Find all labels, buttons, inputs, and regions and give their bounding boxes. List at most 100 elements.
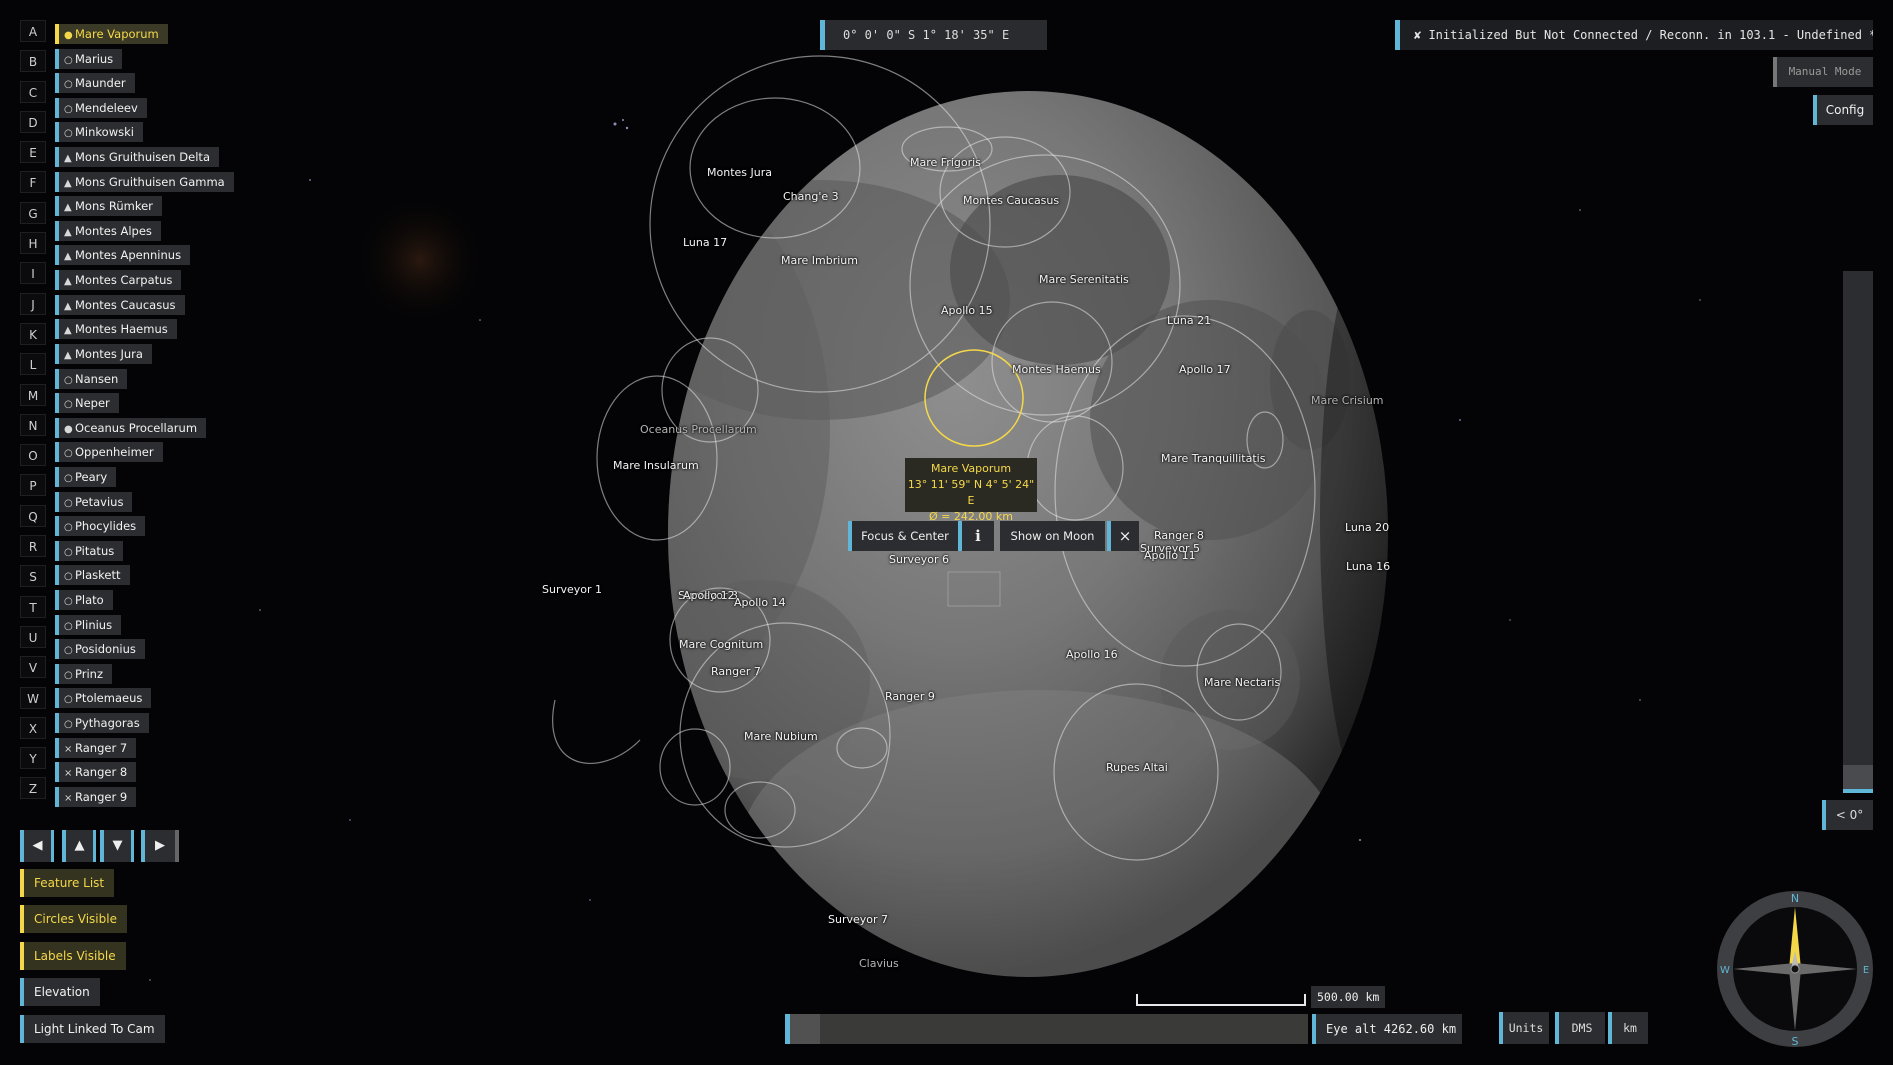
feature-item-button[interactable]: ○ Petavius <box>55 491 133 512</box>
alphabet-letter-v[interactable]: V <box>20 656 46 679</box>
manual-mode-button[interactable]: Manual Mode <box>1773 57 1873 87</box>
feature-item[interactable]: ○ Oppenheimer <box>55 441 234 463</box>
feature-item[interactable]: ▲ Montes Carpatus <box>55 269 234 291</box>
nav-left-button[interactable]: ◀ <box>20 830 54 862</box>
km-button[interactable]: km <box>1608 1012 1648 1044</box>
feature-item[interactable]: ○ Nansen <box>55 368 234 389</box>
feature-item-button[interactable]: ▲ Montes Haemus <box>55 319 177 340</box>
dms-button[interactable]: DMS <box>1555 1012 1605 1044</box>
alphabet-letter-b[interactable]: B <box>20 50 46 73</box>
moon-label[interactable]: Ranger 7 <box>711 665 761 678</box>
alphabet-letter-j[interactable]: J <box>20 292 46 315</box>
feature-item[interactable]: ▲ Montes Caucasus <box>55 294 234 315</box>
feature-item-button[interactable]: ● Oceanus Procellarum <box>55 417 207 438</box>
feature-list-toggle[interactable]: Feature List <box>20 869 115 897</box>
alphabet-letter-n[interactable]: N <box>20 413 46 436</box>
moon-label[interactable]: Apollo 12 <box>683 589 735 602</box>
moon-label[interactable]: Apollo 17 <box>1179 363 1231 376</box>
alphabet-letter-m[interactable]: M <box>20 383 46 406</box>
nav-up-button[interactable]: ▲ <box>62 830 96 862</box>
feature-item[interactable]: ▲ Montes Jura <box>55 343 234 364</box>
moon-label[interactable]: Apollo 16 <box>1066 648 1118 661</box>
moon-label[interactable]: Mare Nectaris <box>1204 676 1280 689</box>
moon-label[interactable]: Chang'e 3 <box>783 190 839 203</box>
feature-item-button[interactable]: ○ Plato <box>55 590 113 611</box>
moon-label[interactable]: Apollo 11 <box>1144 549 1196 562</box>
focus-center-button[interactable]: Focus & Center <box>848 521 958 551</box>
config-button[interactable]: Config <box>1813 95 1873 125</box>
feature-item[interactable]: ○ Plaskett <box>55 564 234 586</box>
alphabet-letter-p[interactable]: P <box>20 474 46 497</box>
feature-item[interactable]: ○ Mendeleev <box>55 97 234 118</box>
feature-item[interactable]: ○ Pitatus <box>55 540 234 561</box>
alphabet-letter-k[interactable]: K <box>20 322 46 345</box>
feature-item-button[interactable]: ○ Pythagoras <box>55 713 149 734</box>
zoom-slider[interactable] <box>785 1014 1308 1044</box>
feature-item-button[interactable]: ▲ Mons Gruithuisen Gamma <box>55 171 234 192</box>
feature-item[interactable]: × Ranger 9 <box>55 786 234 807</box>
alphabet-letter-r[interactable]: R <box>20 535 46 558</box>
moon-label[interactable]: Mare Cognitum <box>679 638 763 651</box>
tilt-slider-handle[interactable] <box>1843 765 1873 793</box>
feature-item-button[interactable]: ○ Peary <box>55 466 117 487</box>
feature-item-button[interactable]: ○ Mendeleev <box>55 97 147 118</box>
moon-label[interactable]: Surveyor 1 <box>542 583 602 596</box>
compass-icon[interactable]: N S W E <box>1715 889 1875 1049</box>
feature-item[interactable]: ○ Plato <box>55 589 234 611</box>
moon-label[interactable]: Mare Imbrium <box>781 254 858 267</box>
nav-down-button[interactable]: ▼ <box>100 830 134 862</box>
moon-label[interactable]: Mare Serenitatis <box>1039 273 1129 286</box>
feature-item-button[interactable]: ○ Phocylides <box>55 516 146 537</box>
alphabet-letter-q[interactable]: Q <box>20 504 46 527</box>
feature-item-button[interactable]: ○ Ptolemaeus <box>55 688 152 709</box>
alphabet-letter-u[interactable]: U <box>20 625 46 648</box>
feature-item-button[interactable]: × Ranger 9 <box>55 786 137 807</box>
feature-item[interactable]: ○ Posidonius <box>55 638 234 660</box>
moon-label[interactable]: Montes Jura <box>707 166 772 179</box>
feature-item-button[interactable]: ▲ Montes Caucasus <box>55 294 185 315</box>
feature-item-button[interactable]: ○ Posidonius <box>55 639 145 660</box>
feature-item[interactable]: ▲ Montes Alpes <box>55 220 234 241</box>
feature-item-button[interactable]: ○ Minkowski <box>55 122 143 143</box>
feature-item-button[interactable]: ○ Marius <box>55 48 123 69</box>
feature-item[interactable]: ● Oceanus Procellarum <box>55 417 234 438</box>
alphabet-letter-d[interactable]: D <box>20 110 46 133</box>
feature-item[interactable]: ▲ Montes Haemus <box>55 318 234 340</box>
feature-item-button[interactable]: ▲ Montes Apenninus <box>55 245 191 266</box>
zoom-slider-handle[interactable] <box>790 1014 820 1044</box>
feature-item-button[interactable]: ▲ Montes Jura <box>55 343 152 364</box>
feature-item-button[interactable]: ▲ Mons Rümker <box>55 196 162 217</box>
moon-label[interactable]: Luna 20 <box>1345 521 1389 534</box>
alphabet-letter-t[interactable]: T <box>20 595 46 618</box>
feature-item[interactable]: ▲ Mons Gruithuisen Gamma <box>55 171 234 192</box>
moon-label[interactable]: Mare Insularum <box>613 459 699 472</box>
moon-label[interactable]: Mare Frigoris <box>910 156 981 169</box>
moon-label[interactable]: Luna 17 <box>683 236 727 249</box>
alphabet-letter-e[interactable]: E <box>20 141 46 164</box>
feature-item[interactable]: ○ Petavius <box>55 491 234 512</box>
moon-label[interactable]: Surveyor 6 <box>889 553 949 566</box>
feature-item-button[interactable]: ○ Prinz <box>55 663 112 684</box>
feature-item[interactable]: ○ Peary <box>55 466 234 487</box>
moon-label[interactable]: Oceanus Procellarum <box>640 423 757 436</box>
moon-label[interactable]: Montes Haemus <box>1012 363 1101 376</box>
nav-right-button[interactable]: ▶ <box>141 830 179 862</box>
close-popup-button[interactable]: × <box>1107 521 1139 551</box>
feature-item-button[interactable]: ○ Plaskett <box>55 565 130 586</box>
feature-item[interactable]: ○ Minkowski <box>55 121 234 143</box>
alphabet-letter-i[interactable]: I <box>20 262 46 285</box>
moon-label[interactable]: Luna 16 <box>1346 560 1390 573</box>
alphabet-letter-w[interactable]: W <box>20 686 46 709</box>
feature-item-button[interactable]: × Ranger 8 <box>55 762 137 783</box>
feature-item[interactable]: × Ranger 8 <box>55 761 234 783</box>
feature-item-button[interactable]: ○ Maunder <box>55 73 135 94</box>
alphabet-letter-c[interactable]: C <box>20 80 46 103</box>
moon-label[interactable]: Mare Tranquillitatis <box>1161 452 1265 465</box>
feature-item[interactable]: ○ Phocylides <box>55 515 234 537</box>
feature-item-button[interactable]: ○ Pitatus <box>55 540 124 561</box>
feature-item-button[interactable]: ▲ Montes Alpes <box>55 220 161 241</box>
moon-label[interactable]: Ranger 8 <box>1154 529 1204 542</box>
feature-item[interactable]: ○ Prinz <box>55 663 234 684</box>
show-on-moon-button[interactable]: Show on Moon <box>1000 521 1105 551</box>
alphabet-letter-a[interactable]: A <box>20 20 46 42</box>
